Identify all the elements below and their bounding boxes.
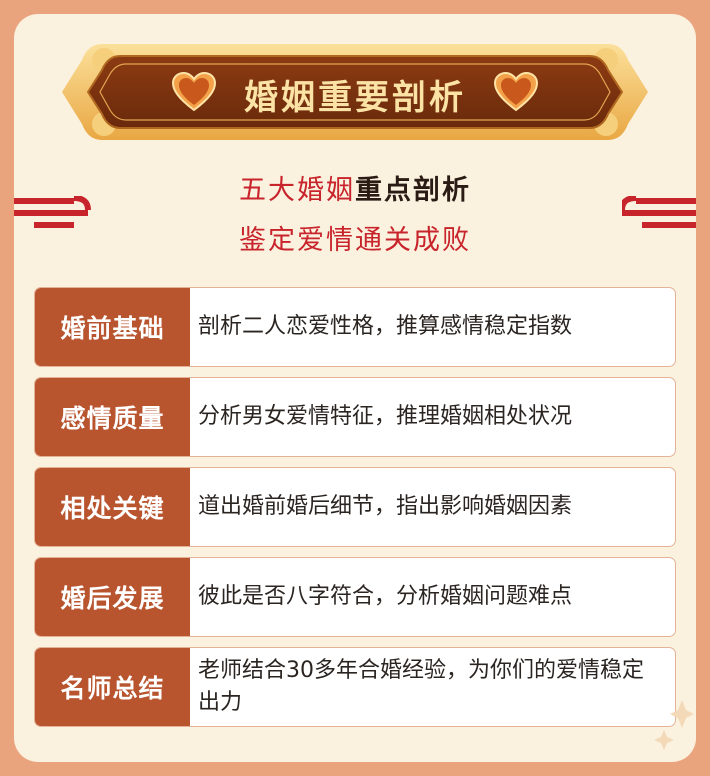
list-item: 感情质量 分析男女爱情特征，推理婚姻相处状况 (34, 377, 676, 457)
banner-title: 婚姻重要剖析 (244, 78, 466, 118)
row-label: 婚后发展 (35, 558, 190, 636)
list-item: 名师总结 老师结合30多年合婚经验，为你们的爱情稳定出力 (34, 647, 676, 727)
list-item: 婚前基础 剖析二人恋爱性格，推算感情稳定指数 (34, 287, 676, 367)
row-label: 名师总结 (35, 648, 190, 726)
sparkle-icon (654, 700, 694, 750)
list-item: 婚后发展 彼此是否八字符合，分析婚姻问题难点 (34, 557, 676, 637)
row-desc: 剖析二人恋爱性格，推算感情稳定指数 (198, 314, 573, 339)
list-item: 相处关键 道出婚前婚后细节，指出影响婚姻因素 (34, 467, 676, 547)
row-desc: 彼此是否八字符合，分析婚姻问题难点 (198, 584, 573, 609)
subtitle-line-1: 五大婚姻重点剖析 (0, 168, 710, 207)
row-label: 感情质量 (35, 378, 190, 456)
heart-icon (494, 72, 538, 112)
row-label: 相处关键 (35, 468, 190, 546)
title-banner: 婚姻重要剖析 (62, 40, 648, 144)
subtitle-bold: 重点剖析 (355, 175, 471, 206)
row-label: 婚前基础 (35, 288, 190, 366)
subtitle-line-2: 鉴定爱情通关成败 (239, 225, 471, 256)
row-desc: 老师结合30多年合婚经验，为你们的爱情稳定出力 (198, 658, 644, 715)
row-desc: 分析男女爱情特征，推理婚姻相处状况 (198, 404, 573, 429)
row-desc: 道出婚前婚后细节，指出影响婚姻因素 (198, 494, 573, 519)
subtitle-normal: 五大婚姻 (239, 175, 355, 206)
